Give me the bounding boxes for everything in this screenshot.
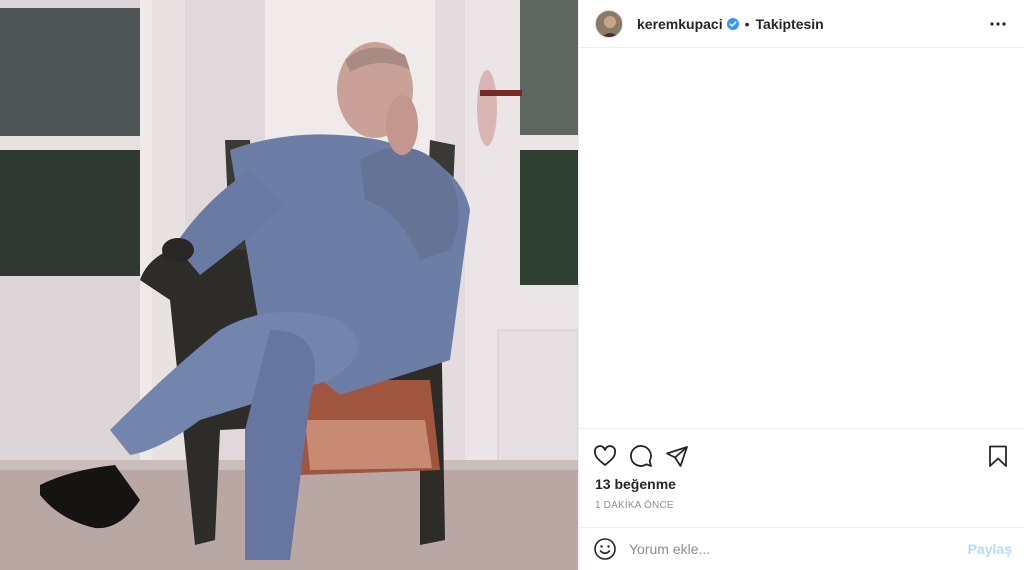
post-image (0, 0, 578, 570)
post-comment-button[interactable]: Paylaş (968, 541, 1012, 557)
post-timestamp[interactable]: 1 DAKİKA ÖNCE (595, 500, 674, 511)
add-comment-bar: Paylaş (579, 527, 1024, 570)
user-avatar[interactable] (595, 9, 623, 38)
avatar-image (596, 10, 622, 37)
comments-area[interactable] (579, 48, 1024, 428)
separator-dot: • (744, 15, 750, 32)
share-icon[interactable] (665, 444, 689, 468)
post-header: keremkupaci • Takiptesin (579, 0, 1024, 48)
follow-status-button[interactable]: Takiptesin (756, 16, 824, 32)
comment-input[interactable] (629, 541, 968, 557)
likes-count[interactable]: 13 beğenme (595, 476, 676, 492)
comment-icon[interactable] (629, 444, 653, 468)
more-options-icon[interactable] (986, 12, 1010, 36)
post-sidebar: keremkupaci • Takiptesin 13 beğenme 1 DA… (578, 0, 1024, 570)
emoji-icon[interactable] (593, 537, 617, 561)
post-photo[interactable] (0, 0, 578, 570)
post-actions (579, 428, 1024, 474)
heart-icon[interactable] (593, 444, 617, 468)
verified-badge-icon (726, 17, 739, 30)
username-link[interactable]: keremkupaci (637, 16, 723, 32)
bookmark-icon[interactable] (986, 444, 1010, 468)
